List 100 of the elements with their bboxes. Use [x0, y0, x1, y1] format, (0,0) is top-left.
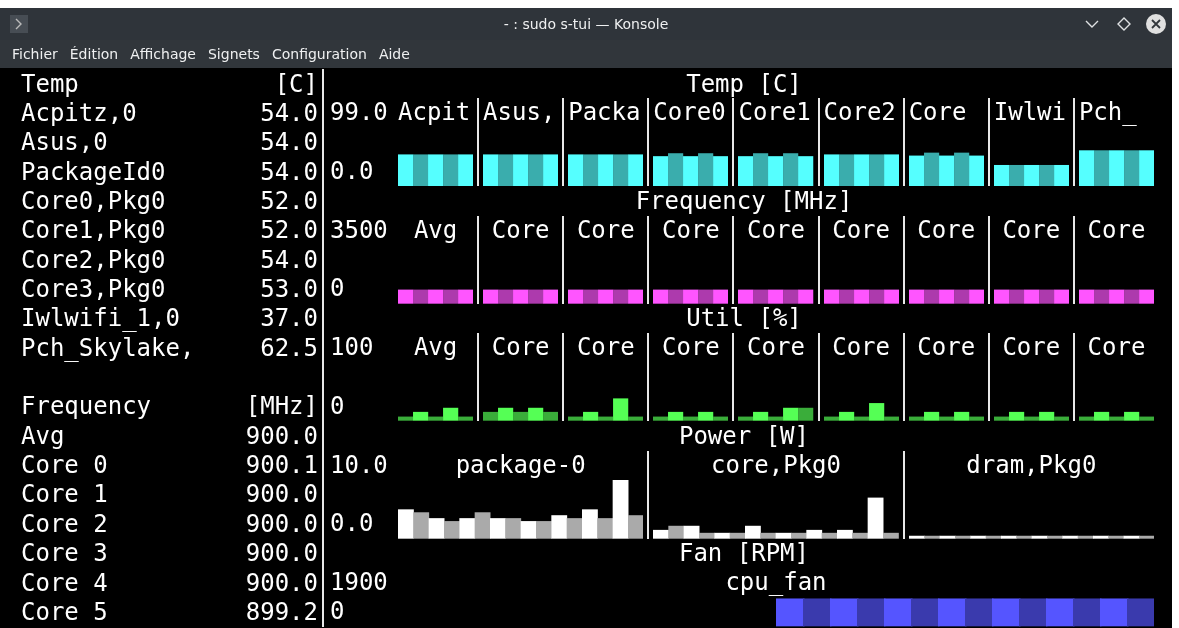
sensor-name: Core3,Pkg0 — [21, 275, 167, 304]
sensor-name: Pch_Skylake, — [21, 333, 196, 362]
graph-column-label: Core — [1001, 333, 1062, 363]
graph-title: Power [W] — [678, 421, 809, 450]
graph-column-label: Core — [490, 215, 551, 246]
sensor-name: Core 3 — [21, 539, 109, 568]
scale-min: 0 — [330, 597, 346, 627]
graph-bar — [413, 289, 429, 304]
menu-item[interactable]: Aide — [372, 46, 416, 62]
graph-column-label: Core — [1086, 333, 1147, 363]
menu-item[interactable]: Signets — [202, 46, 266, 62]
graph-bar — [857, 598, 886, 627]
graph-column-label: Avg — [412, 215, 459, 246]
graph-column-label: Core — [831, 215, 891, 246]
graph-column-label: Core — [746, 215, 806, 246]
sensor-value: 52.0 — [259, 187, 319, 216]
diamond-icon — [1117, 17, 1131, 31]
graph-column-label: Avg — [412, 333, 459, 363]
graph-bar — [413, 154, 429, 187]
menu-item[interactable]: Fichier — [6, 46, 64, 62]
scale-max: 3500 — [330, 215, 389, 246]
sensor-value: 54.0 — [259, 99, 319, 127]
sensor-value: 900.0 — [244, 509, 319, 538]
sensor-value: 37.0 — [259, 304, 319, 333]
graph-bar — [698, 152, 714, 187]
graph-bar — [798, 408, 814, 422]
sensor-value: 54.0 — [259, 128, 319, 157]
sensor-name: Asus,0 — [21, 128, 109, 157]
menu-item[interactable]: Configuration — [265, 46, 373, 62]
menu-item[interactable]: Affichage — [124, 46, 202, 62]
graph-column-label: Core2 — [823, 98, 897, 128]
sensor-name: Avg — [21, 421, 66, 450]
graph-bar — [583, 289, 599, 304]
graph-bar — [753, 289, 769, 304]
graph-column-label: Core — [661, 215, 721, 246]
scale-max: 100 — [330, 333, 375, 363]
scale-min: 0 — [330, 391, 346, 422]
scale-max: 10.0 — [330, 450, 389, 480]
graph-column-label: core,Pkg0 — [709, 450, 842, 480]
graph-column-label: Core — [1001, 215, 1062, 246]
unit-label: [MHz] — [244, 392, 319, 421]
section-title: Temp — [21, 69, 80, 98]
graph-column-label: package-0 — [454, 450, 587, 480]
graph-bar — [444, 520, 460, 539]
graph-bar — [505, 518, 522, 539]
graph-column-label: Pch_ — [1078, 98, 1138, 128]
unit-label: [C] — [273, 69, 319, 98]
graph-bar — [498, 289, 514, 304]
graph-column-label: Core — [575, 215, 636, 246]
graph-bar — [613, 289, 629, 304]
graph-column-label: Core — [490, 333, 551, 363]
graph-bar — [613, 154, 629, 187]
scale-max: 1900 — [330, 567, 389, 598]
sensor-value: 900.1 — [244, 451, 319, 480]
graph-title: Util [%] — [686, 304, 802, 333]
graph-bar — [783, 152, 799, 187]
close-button[interactable] — [1146, 14, 1166, 34]
graph-bar — [483, 412, 499, 422]
sensor-name: Core2,Pkg0 — [21, 245, 167, 274]
graph-bar — [668, 525, 685, 539]
graph-column-label: Core — [575, 333, 636, 363]
sensor-name: PackageId0 — [21, 157, 167, 186]
graph-bar — [474, 512, 491, 539]
graph-column-label: dram,Pkg0 — [965, 450, 1098, 480]
sensor-value: 53.0 — [259, 275, 319, 304]
graph-column-label: Core — [746, 333, 806, 363]
scale-min: 0.0 — [330, 157, 375, 187]
graph-title: Temp [C] — [686, 69, 802, 98]
window-title: - : sudo s-tui — Konsole — [503, 16, 669, 32]
graph-bar — [1127, 598, 1154, 627]
section-title: Frequency — [21, 392, 153, 421]
menu-item[interactable]: Édition — [63, 46, 125, 62]
graph-bar — [583, 154, 599, 187]
sensor-value: 900.0 — [244, 480, 319, 509]
graph-bar — [413, 512, 430, 539]
graph-column-label: Core1 — [738, 98, 812, 128]
graph-column-label: Core — [1086, 215, 1147, 246]
graph-bar — [753, 152, 769, 187]
graph-bar — [498, 154, 514, 187]
graph-column-label: Core — [661, 333, 721, 363]
scale-min: 0.0 — [330, 509, 375, 539]
graph-column-label: Iwlwi — [993, 98, 1067, 128]
graph-column-label: Core0 — [653, 98, 727, 128]
sensor-name: Iwlwifi_1,0 — [21, 304, 181, 333]
graph-bar — [543, 412, 559, 422]
sensor-value: 52.0 — [259, 216, 319, 245]
graph-bar — [528, 289, 544, 304]
close-icon — [1150, 18, 1162, 30]
sensor-name: Core 0 — [21, 451, 109, 480]
graph-bar — [803, 598, 832, 627]
terminal-icon — [10, 15, 28, 33]
graph-bar — [698, 289, 714, 304]
sensor-value: 62.5 — [259, 333, 319, 362]
sensor-value: 899.2 — [244, 597, 319, 626]
sensor-value: 900.0 — [244, 421, 319, 450]
graph-title: Frequency [MHz] — [635, 187, 853, 216]
sensor-name: Acpitz,0 — [21, 99, 138, 127]
sensor-name: Core 2 — [21, 509, 109, 538]
sensor-value: 54.0 — [259, 245, 319, 274]
sensor-value: 900.0 — [244, 539, 319, 568]
